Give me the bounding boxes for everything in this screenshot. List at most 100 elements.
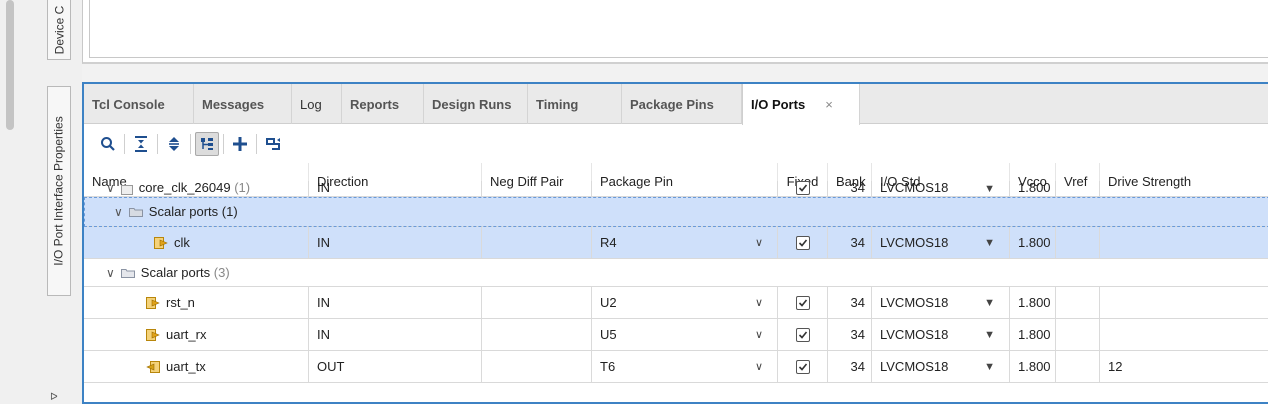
dropdown-arrow-icon[interactable]: ▼ (984, 297, 995, 309)
vref-cell (1056, 319, 1100, 350)
chevron-down-icon[interactable]: ∨ (755, 360, 763, 373)
bank-cell: 34 (828, 287, 872, 318)
tab-label: I/O Ports (751, 97, 806, 112)
tab-package-pins[interactable]: Package Pins (622, 84, 742, 124)
io-std-value: LVCMOS18 (880, 359, 949, 374)
drive-strength-cell (1100, 287, 1268, 318)
name-cell: ∨ core_clk_26049 (1) (84, 181, 309, 196)
folder-icon (128, 207, 143, 217)
left-gutter: Device C I/O Port Interface Properties ᐅ (0, 0, 82, 404)
fixed-checkbox[interactable] (795, 295, 810, 310)
group-name: Scalar ports (140, 265, 211, 280)
io-std-cell[interactable]: LVCMOS18 ▼ (872, 319, 1010, 350)
bank-cell: 34 (828, 319, 872, 350)
io-std-value: LVCMOS18 (880, 295, 949, 310)
vref-cell (1056, 227, 1100, 258)
group-by-interface-icon[interactable] (195, 132, 219, 156)
port-count: (1) (234, 181, 251, 195)
tab-tcl-console[interactable]: Tcl Console (84, 84, 194, 124)
dropdown-arrow-icon[interactable]: ▼ (984, 361, 995, 373)
folder-icon (120, 268, 135, 278)
package-pin-value: R4 (600, 235, 617, 250)
chevron-down-icon[interactable]: ∨ (106, 266, 115, 280)
direction-cell: IN (309, 227, 482, 258)
chevron-down-icon[interactable]: ∨ (106, 181, 115, 195)
expand-all-icon[interactable] (160, 130, 188, 158)
neg-diff-pair-cell (482, 227, 592, 258)
io-std-cell[interactable]: LVCMOS18 ▼ (872, 351, 1010, 382)
close-icon[interactable]: × (825, 97, 833, 112)
table-row-clk[interactable]: clk IN R4 ∨ 34 LVCMOS18 ▼ 1.800 (84, 227, 1268, 259)
package-pin-cell (592, 181, 778, 196)
device-view (89, 0, 1268, 58)
chevron-down-icon[interactable]: ∨ (755, 296, 763, 309)
chevron-down-icon[interactable]: ∨ (114, 205, 123, 219)
add-icon[interactable] (226, 130, 254, 158)
direction-cell: IN (309, 319, 482, 350)
port-name: clk (174, 235, 190, 250)
package-pin-cell[interactable]: R4 ∨ (592, 227, 778, 258)
fixed-checkbox[interactable] (795, 327, 810, 342)
table-row-scalar-group[interactable]: ∨ Scalar ports (1) (84, 197, 1268, 227)
package-pin-cell[interactable]: T6 ∨ (592, 351, 778, 382)
vcco-cell: 1.800 (1010, 351, 1056, 382)
table-row-scalar-group[interactable]: ∨ Scalar ports (3) (84, 259, 1268, 287)
collapse-all-icon[interactable] (127, 130, 155, 158)
side-tab-device[interactable]: Device C (47, 0, 71, 60)
io-std-cell[interactable]: LVCMOS18 ▼ (872, 181, 1010, 196)
package-pin-value: U5 (600, 327, 617, 342)
toolbar-separator (223, 134, 224, 154)
drive-strength-cell (1100, 319, 1268, 350)
port-name: uart_tx (166, 359, 206, 374)
side-tab-io-port-properties[interactable]: I/O Port Interface Properties (47, 86, 71, 296)
vertical-scrollbar-thumb[interactable] (6, 0, 14, 130)
toolbar-separator (124, 134, 125, 154)
table-row-uart-rx[interactable]: uart_rx IN U5 ∨ 34 LVCMOS18 ▼ 1.800 (84, 319, 1268, 351)
output-port-icon (146, 360, 160, 373)
tab-io-ports[interactable]: I/O Ports × (742, 84, 860, 125)
tab-log[interactable]: Log (292, 84, 342, 124)
fixed-cell (778, 287, 828, 318)
tab-label: Design Runs (432, 96, 512, 112)
side-tab-io-label: I/O Port Interface Properties (52, 116, 66, 266)
input-port-icon (146, 296, 160, 309)
io-std-cell[interactable]: LVCMOS18 ▼ (872, 227, 1010, 258)
fixed-checkbox[interactable] (795, 181, 810, 195)
chevron-down-icon[interactable]: ∨ (755, 236, 763, 249)
tab-label: Messages (202, 96, 265, 112)
fixed-checkbox[interactable] (795, 359, 810, 374)
port-name: core_clk_26049 (138, 181, 231, 195)
fixed-checkbox[interactable] (795, 235, 810, 250)
vcco-cell: 1.800 (1010, 181, 1056, 196)
device-panel (82, 0, 1268, 64)
drive-strength-cell[interactable]: 12 (1100, 351, 1268, 382)
neg-diff-pair-cell (482, 181, 592, 196)
dropdown-arrow-icon[interactable]: ▼ (984, 183, 995, 195)
tab-design-runs[interactable]: Design Runs (424, 84, 528, 124)
tab-label: Timing (536, 96, 579, 112)
io-ports-table: Name Direction Neg Diff Pair Package Pin… (84, 163, 1268, 383)
table-row-core-clk[interactable]: ∨ core_clk_26049 (1) IN 34 LVCMOS18 ▼ 1.8… (84, 181, 1268, 197)
tab-timing[interactable]: Timing (528, 84, 622, 124)
package-pin-cell[interactable]: U2 ∨ (592, 287, 778, 318)
name-cell: rst_n (84, 287, 309, 318)
input-port-icon (154, 236, 168, 249)
package-pin-cell[interactable]: U5 ∨ (592, 319, 778, 350)
tab-label: Reports (350, 96, 400, 112)
fixed-cell (778, 181, 828, 196)
auto-assign-icon[interactable] (259, 130, 287, 158)
dropdown-arrow-icon[interactable]: ▼ (984, 237, 995, 249)
tab-reports[interactable]: Reports (342, 84, 424, 124)
io-std-cell[interactable]: LVCMOS18 ▼ (872, 287, 1010, 318)
table-row-uart-tx[interactable]: uart_tx OUT T6 ∨ 34 LVCMOS18 ▼ 1.800 12 (84, 351, 1268, 383)
tab-label: Package Pins (630, 96, 714, 112)
drive-strength-cell (1100, 181, 1268, 196)
table-row-rst-n[interactable]: rst_n IN U2 ∨ 34 LVCMOS18 ▼ 1.800 (84, 287, 1268, 319)
dropdown-arrow-icon[interactable]: ▼ (984, 329, 995, 341)
search-icon[interactable] (94, 130, 122, 158)
vcco-cell: 1.800 (1010, 227, 1056, 258)
chevron-down-icon[interactable]: ∨ (755, 328, 763, 341)
fixed-cell (778, 319, 828, 350)
tab-messages[interactable]: Messages (194, 84, 292, 124)
name-cell: ∨ Scalar ports (3) (84, 259, 484, 286)
